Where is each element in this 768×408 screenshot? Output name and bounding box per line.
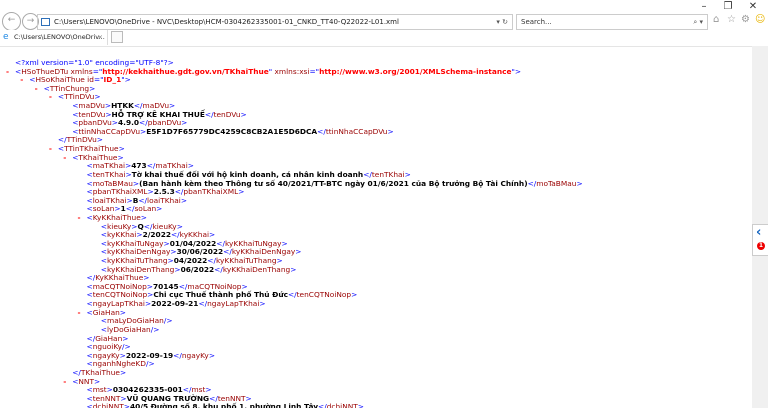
collapse-toggle[interactable]: - xyxy=(78,308,81,318)
back-button[interactable]: ← xyxy=(2,12,21,31)
xml-token: /> xyxy=(145,359,155,369)
star-icon[interactable]: ☆ xyxy=(727,14,736,25)
xml-line: - <GiaHan> xyxy=(0,308,583,318)
collapse-toggle[interactable]: - xyxy=(63,153,66,163)
xml-tree: <?xml version="1.0" encoding="UTF-8"?> - <… xyxy=(0,58,583,408)
text-value: 40/5 Đường số 8, khu phố 1, phường Linh … xyxy=(129,402,319,408)
xml-line: <kyKKhai>2/2022</kyKKhai> xyxy=(0,230,583,240)
search-placeholder: Search... xyxy=(521,18,552,26)
tab-label: C:\Users\LENOVO\OneDriv... xyxy=(14,33,105,41)
restore-button[interactable]: ❐ xyxy=(718,1,738,12)
xml-line: <kieuKy>Q</kieuKy> xyxy=(0,222,583,232)
ie-icon: e xyxy=(3,32,9,42)
side-panel-toggle[interactable]: ‹ 1 xyxy=(752,224,768,256)
gear-icon[interactable]: ⚙ xyxy=(741,14,750,25)
notification-badge: 1 xyxy=(757,242,765,250)
minimize-button[interactable]: – xyxy=(694,1,714,12)
xml-token: </ xyxy=(204,109,214,119)
xml-line: <kyKKhaiDenNgay>30/06/2022</kyKKhaiDenNg… xyxy=(0,248,583,257)
chevron-left-icon: ‹ xyxy=(756,225,762,240)
xml-token: > xyxy=(351,290,358,300)
tag-name: moTaBMau xyxy=(536,178,577,188)
xml-token: > xyxy=(387,126,394,136)
xml-line: <dchiNNT>40/5 Đường số 8, khu phố 1, phư… xyxy=(0,403,583,408)
attr-name: xmlns:xsi xyxy=(272,66,310,76)
xml-token: > xyxy=(290,264,297,274)
collapse-toggle[interactable]: - xyxy=(20,76,23,85)
page-icon xyxy=(41,18,50,26)
xml-token: > xyxy=(240,109,247,119)
xml-line: <maLyDoGiaHan/> xyxy=(0,316,583,326)
xml-token: </ xyxy=(198,299,208,309)
close-window-button[interactable]: ✕ xyxy=(743,1,763,12)
tab-close-icon[interactable]: × xyxy=(98,30,103,45)
text-value: 06/2022 xyxy=(180,264,215,274)
xml-viewer: <?xml version="1.0" encoding="UTF-8"?> - <… xyxy=(0,46,752,408)
xml-line: - <KyKKhaiThue> xyxy=(0,213,583,223)
address-bar[interactable]: C:\Users\LENOVO\OneDrive - NVC\Desktop\H… xyxy=(37,14,513,30)
browser-chrome: – ❐ ✕ ← → C:\Users\LENOVO\OneDrive - NVC… xyxy=(0,0,768,46)
tag-name: kyKKhaiDenThang xyxy=(222,264,291,274)
xml-token: /> xyxy=(163,316,173,326)
collapse-toggle[interactable]: - xyxy=(35,84,38,94)
new-tab-button[interactable] xyxy=(111,31,123,43)
attr-value: ID_1 xyxy=(103,75,122,85)
xml-token: > xyxy=(514,66,522,76)
tag-name: tenCQTNoiNop xyxy=(296,290,352,300)
tag-name: ngayLapTKhai xyxy=(207,299,260,309)
xml-token: > xyxy=(259,299,266,309)
forward-arrow-icon: → xyxy=(26,16,35,26)
text-value: E5F1D7F65779DC4259C8CB2A1E5D6DCA xyxy=(146,126,318,136)
xml-token: > xyxy=(357,402,364,408)
collapse-toggle[interactable]: - xyxy=(49,93,52,102)
xml-token: /> xyxy=(150,324,160,334)
xml-token: =" xyxy=(309,66,320,76)
back-arrow-icon: ← xyxy=(7,15,16,25)
attr-value: http://www.w3.org/2001/XMLSchema-instanc… xyxy=(319,66,512,76)
collapse-toggle[interactable]: - xyxy=(49,144,52,154)
search-input[interactable]: Search... ⌕ ▾ xyxy=(516,14,708,30)
address-text: C:\Users\LENOVO\OneDrive - NVC\Desktop\H… xyxy=(54,18,399,26)
xml-token: > xyxy=(156,204,163,214)
xml-token: </ xyxy=(317,126,326,136)
xml-token: > xyxy=(119,367,127,377)
search-icon[interactable]: ⌕ ▾ xyxy=(693,15,703,29)
xml-token: </ xyxy=(318,402,327,408)
xml-token: > xyxy=(295,247,302,257)
xml-token: > xyxy=(180,195,188,205)
xml-token: > xyxy=(576,178,583,188)
xml-token: > xyxy=(238,187,245,197)
collapse-toggle[interactable]: - xyxy=(6,67,9,77)
collapse-toggle[interactable]: - xyxy=(78,213,81,223)
tag-name: ttinNhaCCapDVu xyxy=(325,126,388,136)
xml-token: > xyxy=(208,350,216,360)
refresh-icon[interactable]: ▾ ↻ xyxy=(496,15,508,29)
home-icon[interactable]: ⌂ xyxy=(713,14,719,25)
xml-token: </ xyxy=(173,350,182,360)
tag-name: dchiNNT xyxy=(92,402,124,408)
text-value: 2022-09-21 xyxy=(151,299,199,309)
xml-token: </ xyxy=(287,290,297,300)
tag-name: dchiNNT xyxy=(326,402,358,408)
smiley-icon[interactable]: ☺ xyxy=(755,14,765,25)
tag-name: tenDVu xyxy=(213,109,241,119)
tag-name: pbanTKhaiXML xyxy=(183,187,239,197)
tag-name: ngayKy xyxy=(181,350,209,360)
collapse-toggle[interactable]: - xyxy=(63,377,66,387)
xml-token: =" xyxy=(93,75,104,85)
tab-xml-file[interactable]: e C:\Users\LENOVO\OneDriv... × xyxy=(0,30,108,45)
xml-token: </ xyxy=(527,178,537,188)
xml-token: </ xyxy=(214,264,223,274)
xml-token: > xyxy=(124,75,131,85)
